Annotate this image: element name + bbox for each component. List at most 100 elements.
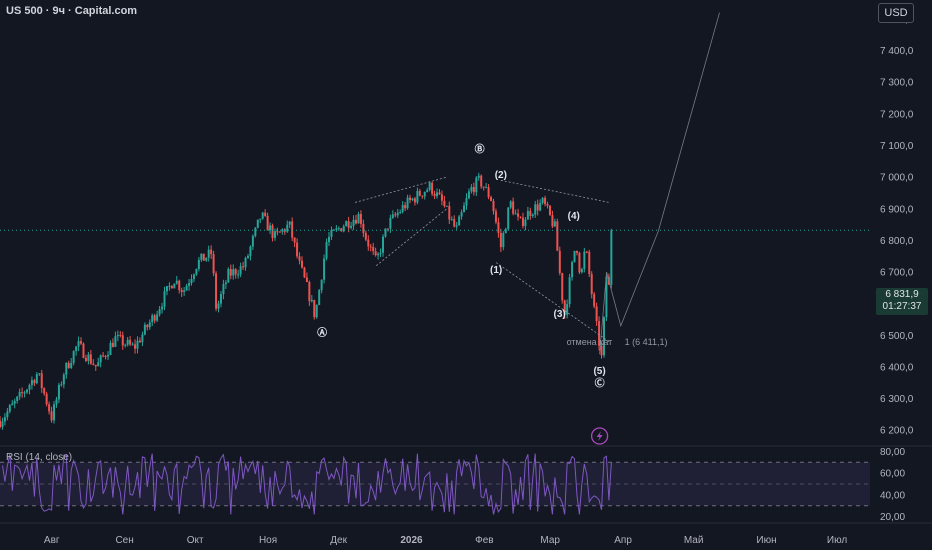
- candle-body: [391, 214, 394, 218]
- candle-body: [305, 277, 308, 282]
- candle-body: [239, 266, 242, 275]
- candle-body: [325, 242, 328, 259]
- time-tick-label: 2026: [400, 535, 423, 546]
- candle-body: [475, 177, 478, 193]
- candle-body: [291, 221, 294, 238]
- candle-body: [151, 315, 154, 323]
- candle-body: [529, 210, 532, 216]
- rsi-tick-label: 20,00: [880, 512, 905, 523]
- candle-body: [104, 355, 107, 357]
- candle-body: [377, 253, 380, 256]
- candle-body: [433, 193, 436, 197]
- candle-body: [352, 219, 355, 226]
- time-tick-label: Июл: [827, 535, 847, 546]
- price-tick-label: 6 800,0: [880, 236, 914, 247]
- wave-annotations: Ⓐ Ⓑ (2) (1) (4) (3) (5)Ⓒотмена кат 1 (6 411,1): [317, 12, 720, 445]
- candle-body: [102, 355, 105, 357]
- candle-body: [202, 253, 205, 261]
- price-chart[interactable]: ⒶⒷ(2)(1)(4)(3)(5)Ⓒотмена кат 1 (6 411,1) …: [0, 0, 932, 550]
- candle-body: [561, 273, 564, 301]
- candle-body: [178, 280, 181, 291]
- price-tick-label: 7 200,0: [880, 109, 914, 120]
- candle-body: [534, 204, 537, 215]
- candle-body: [227, 269, 230, 283]
- candle-body: [259, 218, 262, 220]
- candle-body: [107, 354, 110, 357]
- candle-body: [580, 268, 583, 273]
- candle-body: [72, 351, 75, 364]
- wave-label: Ⓐ: [317, 326, 327, 339]
- candle-body: [394, 214, 397, 216]
- candle-body: [558, 250, 561, 274]
- wave-label: (5): [593, 366, 605, 377]
- candle-body: [143, 324, 146, 335]
- candle-body: [303, 267, 306, 278]
- candle-body: [195, 268, 198, 275]
- candle-body: [124, 344, 127, 346]
- time-axis[interactable]: Авг Сен Окт Ноя Дек 2026 Фев Мар Апр Май Июн Июл: [0, 522, 932, 546]
- bar-countdown: 01:27:37: [882, 301, 922, 312]
- candle-body: [26, 389, 29, 393]
- candle-body: [229, 269, 232, 276]
- candle-body: [553, 221, 556, 227]
- candle-body: [60, 384, 63, 386]
- wave-label: Ⓑ: [475, 143, 485, 156]
- candle-body: [583, 251, 586, 269]
- candle-body: [131, 344, 134, 346]
- candle-body: [367, 239, 370, 247]
- candle-body: [138, 340, 141, 343]
- candle-body: [269, 225, 272, 231]
- candle-body: [497, 222, 500, 233]
- candle-body: [119, 334, 122, 336]
- candle-body: [200, 253, 203, 260]
- currency-button[interactable]: USD: [878, 3, 914, 23]
- candle-body: [293, 237, 296, 243]
- candle-body: [406, 197, 409, 209]
- candle-body: [310, 299, 313, 302]
- candle-body: [502, 233, 505, 248]
- price-tick-label: 6 400,0: [880, 362, 914, 373]
- candle-body: [129, 339, 132, 345]
- last-price: 6 831,9: [885, 289, 919, 300]
- candle-body: [536, 204, 539, 211]
- candle-body: [197, 259, 200, 269]
- candle-body: [426, 189, 429, 192]
- candle-body: [320, 279, 323, 291]
- candle-body: [153, 315, 156, 321]
- candle-body: [65, 362, 68, 375]
- candle-body: [67, 362, 70, 368]
- candle-body: [541, 197, 544, 203]
- candle-body: [212, 254, 215, 274]
- candle-body: [362, 223, 365, 233]
- candle-body: [183, 290, 186, 292]
- candle-body: [94, 364, 97, 367]
- lightning-bolt-icon: [596, 431, 603, 441]
- candle-body: [350, 225, 353, 228]
- channel-line: [375, 208, 448, 267]
- candle-body: [593, 293, 596, 307]
- candle-body: [458, 216, 461, 226]
- candle-body: [315, 304, 318, 318]
- candle-body: [300, 260, 303, 268]
- candle-body: [531, 214, 534, 216]
- candle-body: [379, 252, 382, 254]
- candle-body: [421, 195, 424, 197]
- cancel-annotation-text: отмена кат: [567, 337, 613, 347]
- wave-label: (2): [495, 170, 507, 181]
- candle-body: [264, 212, 267, 216]
- price-tick-label: 6 700,0: [880, 268, 914, 279]
- candle-body: [539, 202, 542, 211]
- time-tick-label: Мар: [540, 535, 560, 546]
- candle-body: [588, 251, 591, 275]
- candle-body: [544, 197, 547, 205]
- candle-body: [77, 341, 80, 347]
- cancel-annotation-value: 1 (6 411,1): [625, 337, 668, 347]
- candle-body: [521, 217, 524, 226]
- candle-body: [590, 274, 593, 294]
- candle-body: [84, 357, 87, 361]
- candle-body: [271, 225, 274, 238]
- candle-body: [273, 231, 276, 238]
- candle-body: [217, 303, 220, 309]
- candle-body: [568, 277, 571, 305]
- time-tick-label: Апр: [614, 535, 632, 546]
